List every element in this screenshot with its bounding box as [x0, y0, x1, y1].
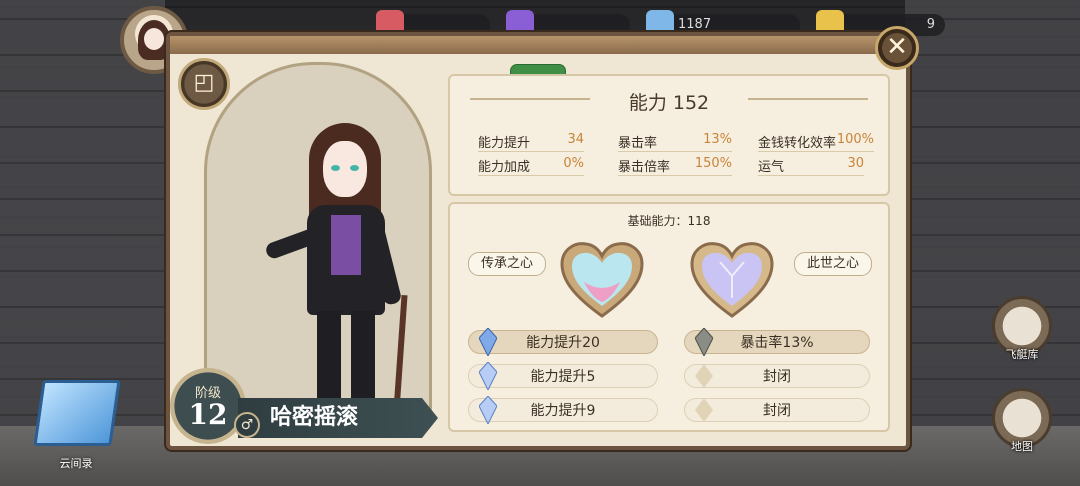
- locked-slot-icon: [695, 364, 713, 388]
- inheritance-heart-label: 传承之心: [468, 252, 547, 276]
- character-panel: ◰ 阶级 12 哈密摇滚 ♂ 能力 152 能力提升 34 暴击率 13% 金钱…: [166, 32, 910, 450]
- present-slot-1[interactable]: 暴击率13%: [684, 328, 870, 356]
- present-slot-3[interactable]: 封闭: [684, 398, 870, 422]
- close-button[interactable]: ✕: [875, 26, 919, 70]
- book-label: 云间录: [59, 457, 93, 470]
- inheritance-slot-1[interactable]: 能力提升20: [468, 328, 658, 356]
- inheritance-slot-2[interactable]: 能力提升5: [468, 362, 658, 390]
- locked-slot-icon: [695, 398, 713, 422]
- blue-crystal-icon: [479, 396, 497, 424]
- base-power: 基础能力：118: [627, 214, 711, 228]
- character-name-plate: 哈密摇滚: [238, 398, 438, 438]
- male-gender-icon: ♂: [234, 412, 260, 438]
- avatar-face: [144, 28, 164, 50]
- blue-crystal-icon: [479, 362, 497, 390]
- character-name: 哈密摇滚: [270, 405, 359, 430]
- shirt-icon[interactable]: ◰: [178, 58, 230, 110]
- character-eye-right: [350, 165, 359, 171]
- stats-box: 能力 152 能力提升 34 暴击率 13% 金钱转化效率 100% 能力加成 …: [448, 74, 890, 196]
- airship-label: 飞艇库: [1005, 348, 1039, 361]
- inheritance-slot-3[interactable]: 能力提升9: [468, 396, 658, 424]
- character-portrait-frame: [204, 62, 432, 426]
- power-title: 能力 152: [628, 92, 710, 114]
- present-heart-icon[interactable]: [684, 232, 780, 328]
- rank-badge: 阶级 12: [170, 368, 246, 444]
- present-heart-label: 此世之心: [794, 252, 873, 276]
- panel-top-border: [170, 36, 906, 54]
- blue-crystal-icon: [479, 328, 497, 356]
- book-icon[interactable]: [33, 380, 121, 446]
- inheritance-heart-icon[interactable]: [554, 232, 650, 328]
- character-eye-left: [331, 165, 340, 171]
- present-slot-2[interactable]: 封闭: [684, 364, 870, 388]
- character-vest: [331, 215, 361, 275]
- gray-crystal-icon: [695, 328, 713, 356]
- character-face: [323, 141, 367, 197]
- map-label: 地图: [1011, 440, 1033, 453]
- hearts-box: 基础能力：118 传承之心 此世之心 能力提升20 能力提升5 能力提升9 暴击…: [448, 202, 890, 432]
